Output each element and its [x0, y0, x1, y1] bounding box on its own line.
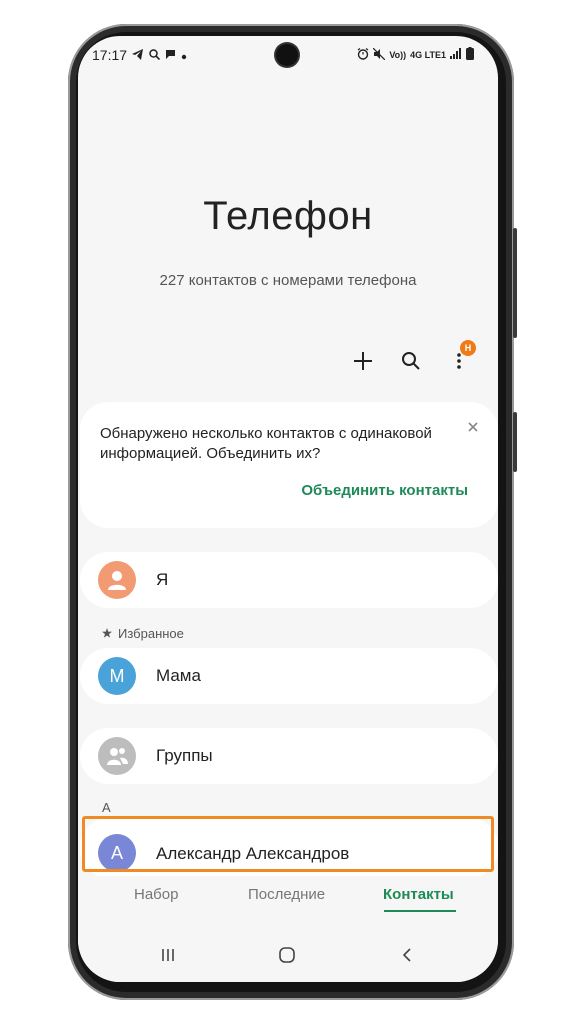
- status-time: 17:17: [92, 47, 128, 63]
- merge-contacts-button[interactable]: Объединить контакты: [301, 482, 468, 499]
- star-icon: [102, 626, 112, 641]
- bottom-tabs: Набор Последние Контакты: [78, 876, 498, 918]
- battery-icon: [466, 47, 474, 62]
- close-icon: [468, 422, 478, 432]
- lte-label: 4G LTE1: [410, 49, 446, 60]
- home-icon: [279, 947, 295, 963]
- search-icon: [402, 352, 420, 370]
- merge-contacts-notice: Обнаружено несколько контактов с одинако…: [80, 402, 498, 528]
- new-badge: Н: [460, 340, 476, 356]
- status-left: 17:17: [92, 47, 187, 63]
- avatar: [98, 737, 136, 775]
- list-item[interactable]: М Мама: [80, 648, 498, 704]
- volume-button: [513, 228, 517, 338]
- search-icon: [149, 47, 161, 63]
- volte-label: Vo)): [389, 49, 407, 60]
- message-icon: [165, 47, 176, 63]
- section-letter: А: [102, 800, 111, 815]
- tab-keypad[interactable]: Набор: [134, 886, 178, 903]
- more-options-button[interactable]: Н: [446, 340, 476, 374]
- mute-icon: [372, 47, 386, 62]
- search-button[interactable]: [398, 348, 424, 374]
- power-button: [513, 412, 517, 472]
- recent-apps-icon: [162, 949, 174, 961]
- signal-icon: [450, 48, 462, 61]
- status-bar: 17:17 Vo)) 4G LTE1: [78, 36, 498, 72]
- close-notice-button[interactable]: [466, 420, 480, 434]
- contact-name: Мама: [156, 666, 201, 685]
- contacts-count: 227 контактов с номерами телефона: [159, 272, 417, 289]
- recent-apps-button[interactable]: [155, 942, 181, 968]
- avatar-initial: М: [109, 665, 125, 686]
- avatar: [98, 561, 136, 599]
- back-icon: [402, 948, 411, 962]
- my-profile-label: Я: [156, 570, 169, 589]
- home-button[interactable]: [274, 942, 300, 968]
- back-button[interactable]: [394, 942, 420, 968]
- system-navbar: [78, 932, 498, 982]
- tab-recents[interactable]: Последние: [248, 886, 325, 903]
- groups-row[interactable]: Группы: [80, 728, 498, 784]
- status-right: Vo)) 4G LTE1: [357, 47, 474, 62]
- plus-icon: [354, 352, 372, 370]
- favorites-label: Избранное: [118, 626, 184, 641]
- toolbar: Н: [350, 340, 476, 374]
- person-icon: [108, 571, 126, 590]
- my-profile-row[interactable]: Я: [80, 552, 498, 608]
- add-contact-button[interactable]: [350, 348, 376, 374]
- more-vertical-icon: [457, 353, 461, 369]
- telegram-icon: [132, 47, 144, 63]
- notice-text: Обнаружено несколько контактов с одинако…: [100, 425, 432, 462]
- front-camera: [276, 44, 298, 66]
- highlight-frame: [82, 816, 494, 872]
- groups-label: Группы: [156, 746, 213, 765]
- avatar: М: [98, 657, 136, 695]
- alarm-icon: [357, 47, 369, 62]
- page-title: Телефон: [203, 194, 373, 238]
- tab-contacts[interactable]: Контакты: [383, 886, 454, 903]
- notification-dot-icon: [181, 47, 187, 63]
- group-icon: [107, 748, 128, 765]
- favorites-header: Избранное: [102, 626, 184, 641]
- active-tab-indicator: [384, 910, 456, 912]
